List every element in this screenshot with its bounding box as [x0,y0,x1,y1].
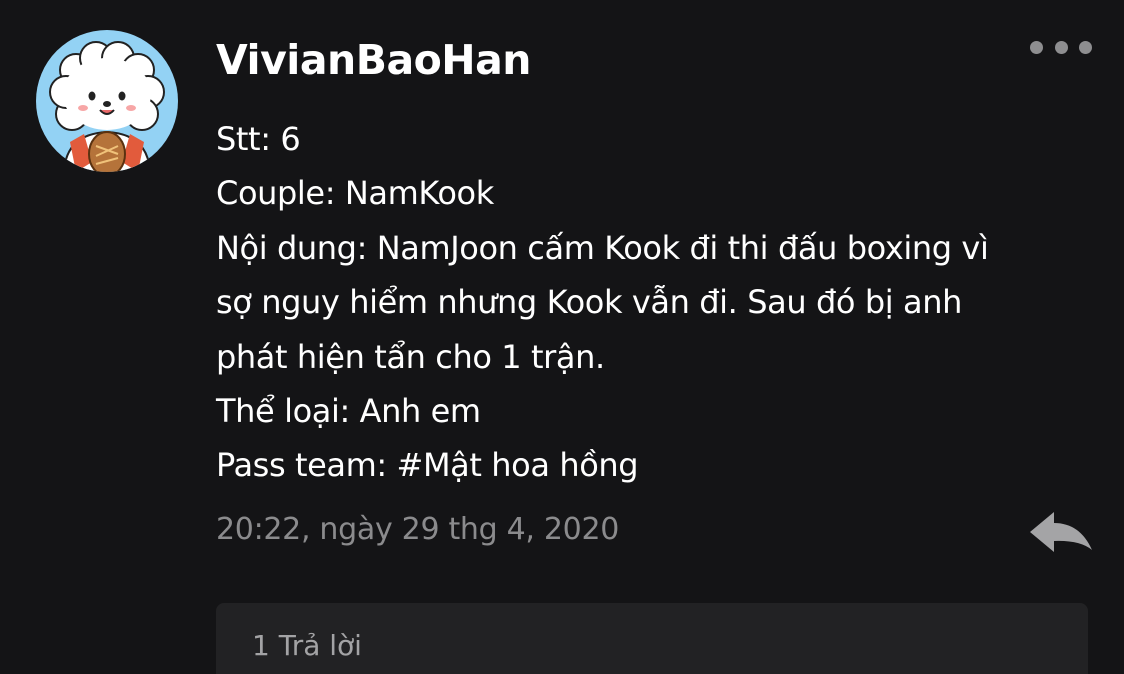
comment-body: Stt: 6 Couple: NamKook Nội dung: NamJoon… [216,112,1096,493]
comment-line: Thể loại: Anh em [216,392,481,431]
comment-line: Pass team: #Mật hoa hồng [216,446,639,485]
comment-timestamp: 20:22, ngày 29 thg 4, 2020 [216,512,620,547]
comment-line: sợ nguy hiểm nhưng Kook vẫn đi. Sau đó b… [216,283,963,322]
rj-character-avatar-icon [49,41,165,172]
replies-label: 1 Trả lời [252,629,362,662]
user-avatar[interactable] [36,30,178,172]
dot [1079,40,1092,54]
comment-line: Nội dung: NamJoon cấm Kook đi thi đấu bo… [216,228,989,267]
reply-arrow-icon[interactable] [1028,510,1094,554]
comment-line: Stt: 6 [216,120,301,158]
dot [1030,40,1043,54]
more-options-icon[interactable] [1030,38,1092,56]
dot [1054,40,1068,54]
comment-line: Couple: NamKook [216,174,494,213]
username[interactable]: VivianBaoHan [216,36,531,84]
replies-button[interactable]: 1 Trả lời [216,603,1088,674]
comment-line: phát hiện tẩn cho 1 trận. [216,337,605,376]
comment-card: VivianBaoHan Stt: 6 Couple: NamKook Nội … [0,0,1124,674]
